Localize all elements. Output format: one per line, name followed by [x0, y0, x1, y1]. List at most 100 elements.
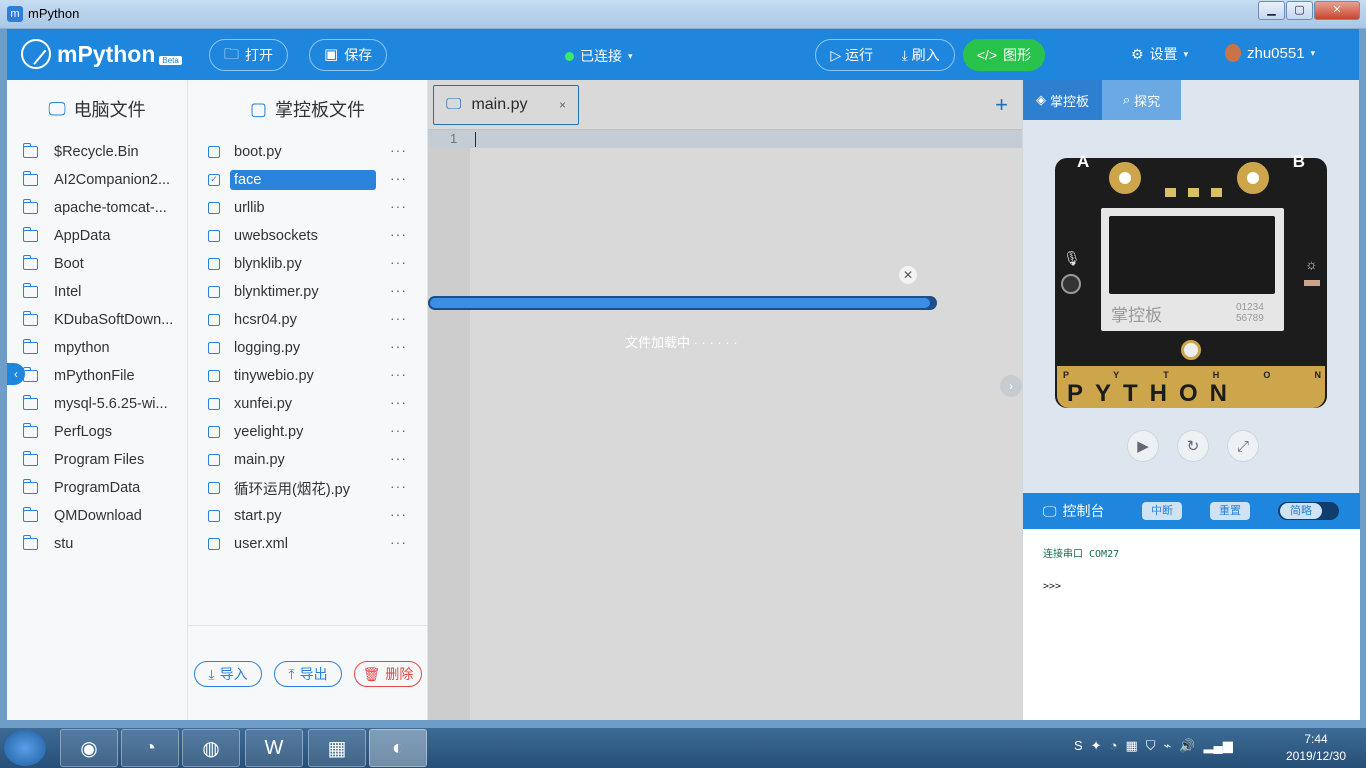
- signal-icon[interactable]: ▂▄▆: [1204, 738, 1233, 754]
- list-item[interactable]: mpython: [7, 334, 187, 362]
- list-item[interactable]: 循环运用(烟花).py ···: [188, 474, 427, 502]
- list-item[interactable]: ProgramData: [7, 474, 187, 502]
- checkbox[interactable]: [208, 202, 220, 214]
- maximize-button[interactable]: ▢: [1286, 1, 1313, 20]
- checkbox[interactable]: [208, 230, 220, 242]
- interrupt-button[interactable]: 中断: [1142, 502, 1182, 520]
- list-item[interactable]: boot.py ···: [188, 138, 427, 166]
- list-item[interactable]: ✓ face ···: [188, 166, 427, 194]
- flash-button[interactable]: ⤓ 刷入: [902, 45, 940, 65]
- list-item[interactable]: xunfei.py ···: [188, 390, 427, 418]
- shield-icon[interactable]: ⛉: [1146, 738, 1156, 754]
- console-output[interactable]: 连接串口 COM27 >>>: [1023, 529, 1360, 720]
- settings-menu[interactable]: ⚙ 设置 ▾: [1131, 44, 1188, 64]
- sogou-icon[interactable]: S: [1074, 738, 1083, 754]
- more-icon[interactable]: ···: [390, 142, 407, 158]
- checkbox[interactable]: [208, 482, 220, 494]
- more-icon[interactable]: ···: [390, 198, 407, 214]
- list-item[interactable]: mysql-5.6.25-wi...: [7, 390, 187, 418]
- checkbox[interactable]: [208, 258, 220, 270]
- list-item[interactable]: Intel: [7, 278, 187, 306]
- list-item[interactable]: apache-tomcat-...: [7, 194, 187, 222]
- mpython-taskbar-icon[interactable]: ◐: [369, 729, 427, 767]
- volume-icon[interactable]: 🔊: [1179, 738, 1195, 754]
- list-item[interactable]: $Recycle.Bin: [7, 138, 187, 166]
- checkbox[interactable]: [208, 538, 220, 550]
- chrome-icon[interactable]: ◍: [182, 729, 240, 767]
- more-icon[interactable]: ···: [390, 450, 407, 466]
- more-icon[interactable]: ···: [390, 478, 407, 494]
- minimize-button[interactable]: ▁: [1258, 1, 1285, 20]
- open-button[interactable]: 🗀 打开: [209, 39, 289, 71]
- more-icon[interactable]: ···: [390, 506, 407, 522]
- checkbox[interactable]: [208, 314, 220, 326]
- grid-icon[interactable]: ▦: [1125, 738, 1137, 754]
- delete-button[interactable]: 🗑 删除: [354, 661, 422, 687]
- run-button[interactable]: ▷ 运行: [830, 45, 873, 65]
- button-a[interactable]: [1061, 274, 1081, 294]
- checkbox[interactable]: [208, 342, 220, 354]
- graphic-mode-button[interactable]: </> 图形: [963, 39, 1045, 71]
- list-item[interactable]: QMDownload: [7, 502, 187, 530]
- list-item[interactable]: uwebsockets ···: [188, 222, 427, 250]
- more-icon[interactable]: ···: [390, 310, 407, 326]
- wps-icon[interactable]: W: [245, 729, 303, 767]
- more-icon[interactable]: ···: [390, 394, 407, 410]
- reset-button[interactable]: 重置: [1210, 502, 1250, 520]
- save-button[interactable]: ▣ 保存: [309, 39, 388, 71]
- more-icon[interactable]: ···: [390, 282, 407, 298]
- more-icon[interactable]: ···: [390, 226, 407, 242]
- connection-status[interactable]: 已连接 ▾: [565, 46, 633, 66]
- checkbox[interactable]: [208, 510, 220, 522]
- touch-pad-left[interactable]: [1109, 162, 1141, 194]
- more-icon[interactable]: ···: [390, 338, 407, 354]
- list-item[interactable]: main.py ···: [188, 446, 427, 474]
- close-button[interactable]: ✕: [1314, 1, 1360, 20]
- qq-icon[interactable]: ◔: [121, 729, 179, 767]
- refresh-icon[interactable]: ↻: [1177, 430, 1209, 462]
- tab-board[interactable]: ◈ 掌控板: [1023, 80, 1102, 120]
- clock[interactable]: 7:44 2019/12/30: [1276, 731, 1356, 765]
- list-item[interactable]: mPythonFile: [7, 362, 187, 390]
- usb-icon[interactable]: ⌁: [1164, 738, 1172, 754]
- list-item[interactable]: start.py ···: [188, 502, 427, 530]
- checkbox[interactable]: [208, 146, 220, 158]
- list-item[interactable]: Boot: [7, 250, 187, 278]
- network-app-icon[interactable]: ✦: [1091, 738, 1102, 754]
- list-item[interactable]: PerfLogs: [7, 418, 187, 446]
- list-item[interactable]: user.xml ···: [188, 530, 427, 558]
- list-item[interactable]: KDubaSoftDown...: [7, 306, 187, 334]
- more-icon[interactable]: ···: [390, 170, 407, 186]
- simple-toggle[interactable]: 简略: [1278, 502, 1339, 520]
- user-menu[interactable]: zhu0551 ▾: [1225, 44, 1315, 62]
- more-icon[interactable]: ···: [390, 422, 407, 438]
- robot-app-icon[interactable]: ▦: [308, 729, 366, 767]
- list-item[interactable]: urllib ···: [188, 194, 427, 222]
- qq-tray-icon[interactable]: ◔: [1110, 738, 1118, 754]
- list-item[interactable]: AppData: [7, 222, 187, 250]
- export-button[interactable]: ⤒ 导出: [274, 661, 342, 687]
- more-icon[interactable]: ···: [390, 366, 407, 382]
- touch-pad-right[interactable]: [1237, 162, 1269, 194]
- checkbox[interactable]: [208, 454, 220, 466]
- import-button[interactable]: ⤓ 导入: [194, 661, 262, 687]
- list-item[interactable]: logging.py ···: [188, 334, 427, 362]
- more-icon[interactable]: ···: [390, 254, 407, 270]
- list-item[interactable]: Program Files: [7, 446, 187, 474]
- tab-explore[interactable]: ⌕ 探究: [1102, 80, 1181, 120]
- checkbox[interactable]: [208, 286, 220, 298]
- checkbox[interactable]: ✓: [208, 174, 220, 186]
- start-button[interactable]: [4, 730, 46, 766]
- close-icon[interactable]: ✕: [899, 266, 917, 284]
- firefox-icon[interactable]: ◉: [60, 729, 118, 767]
- list-item[interactable]: tinywebio.py ···: [188, 362, 427, 390]
- checkbox[interactable]: [208, 370, 220, 382]
- more-icon[interactable]: ···: [390, 534, 407, 550]
- expand-right-button[interactable]: ›: [1000, 375, 1022, 397]
- list-item[interactable]: blynklib.py ···: [188, 250, 427, 278]
- list-item[interactable]: blynktimer.py ···: [188, 278, 427, 306]
- list-item[interactable]: AI2Companion2...: [7, 166, 187, 194]
- checkbox[interactable]: [208, 398, 220, 410]
- fullscreen-icon[interactable]: ⤢: [1227, 430, 1259, 462]
- list-item[interactable]: stu: [7, 530, 187, 558]
